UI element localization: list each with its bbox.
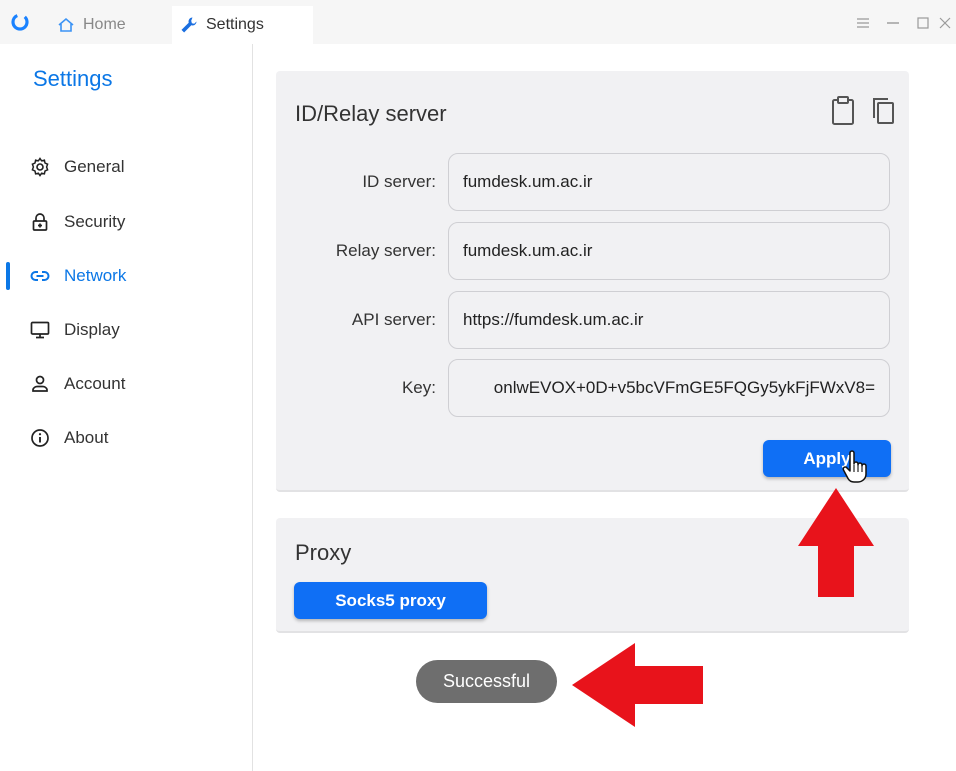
sidebar-item-label: Display (64, 320, 120, 339)
card-title: Proxy (295, 540, 352, 565)
close-icon[interactable] (938, 8, 956, 38)
sidebar-item-display[interactable]: Display (0, 312, 253, 348)
copy-icon[interactable] (869, 95, 897, 127)
annotation-arrow-up-icon (798, 488, 874, 597)
home-icon (58, 17, 74, 32)
relay-server-card: ID/Relay server ID server: Relay server:… (276, 71, 909, 492)
tab-settings-label: Settings (206, 16, 264, 33)
id-server-row: ID server: (276, 153, 909, 211)
id-server-input[interactable] (448, 153, 890, 211)
tab-settings[interactable]: Settings (172, 6, 313, 44)
api-server-input[interactable] (448, 291, 890, 349)
title-bar: Home Settings (0, 0, 956, 44)
app-logo-icon (11, 13, 29, 31)
gear-icon (31, 157, 49, 177)
sidebar-item-label: Security (64, 212, 126, 231)
sidebar-item-label: Network (64, 266, 127, 285)
sidebar-item-general[interactable]: General (0, 149, 253, 185)
clipboard-icon[interactable] (829, 95, 857, 127)
relay-server-row: Relay server: (276, 222, 909, 280)
sidebar-item-network[interactable]: Network (0, 258, 253, 294)
api-server-label: API server: (351, 310, 436, 329)
key-label: Key: (401, 378, 436, 397)
sidebar-item-about[interactable]: About (0, 420, 253, 456)
hand-cursor-icon (842, 450, 867, 483)
sidebar-item-label: General (64, 157, 125, 176)
sidebar-title: Settings (33, 66, 113, 91)
sidebar-item-security[interactable]: Security (0, 204, 253, 240)
apply-button[interactable]: Apply (763, 440, 891, 477)
lock-icon (32, 213, 48, 231)
card-title: ID/Relay server (295, 101, 447, 126)
key-input[interactable] (448, 359, 890, 417)
maximize-icon[interactable] (908, 8, 938, 38)
sidebar: Settings General Security Network Displa… (0, 44, 253, 771)
id-server-label: ID server: (362, 172, 436, 191)
sidebar-item-label: About (64, 428, 109, 447)
tab-home-label: Home (83, 16, 126, 33)
annotation-arrow-left-icon (572, 643, 703, 727)
key-row: Key: (276, 359, 909, 417)
sidebar-item-label: Account (64, 374, 126, 393)
tab-home[interactable]: Home (52, 6, 160, 44)
sidebar-item-account[interactable]: Account (0, 366, 253, 402)
person-icon (32, 375, 48, 392)
info-icon (31, 429, 49, 447)
relay-server-label: Relay server: (335, 241, 436, 260)
wrench-icon (181, 17, 197, 33)
socks5-proxy-button[interactable]: Socks5 proxy (294, 582, 487, 619)
menu-icon[interactable] (848, 8, 878, 38)
api-server-row: API server: (276, 291, 909, 349)
window-controls (848, 8, 956, 38)
card-tools (829, 95, 897, 127)
minimize-icon[interactable] (878, 8, 908, 38)
relay-server-input[interactable] (448, 222, 890, 280)
monitor-icon (30, 321, 50, 339)
success-toast: Successful (416, 660, 557, 703)
link-icon (30, 271, 50, 281)
